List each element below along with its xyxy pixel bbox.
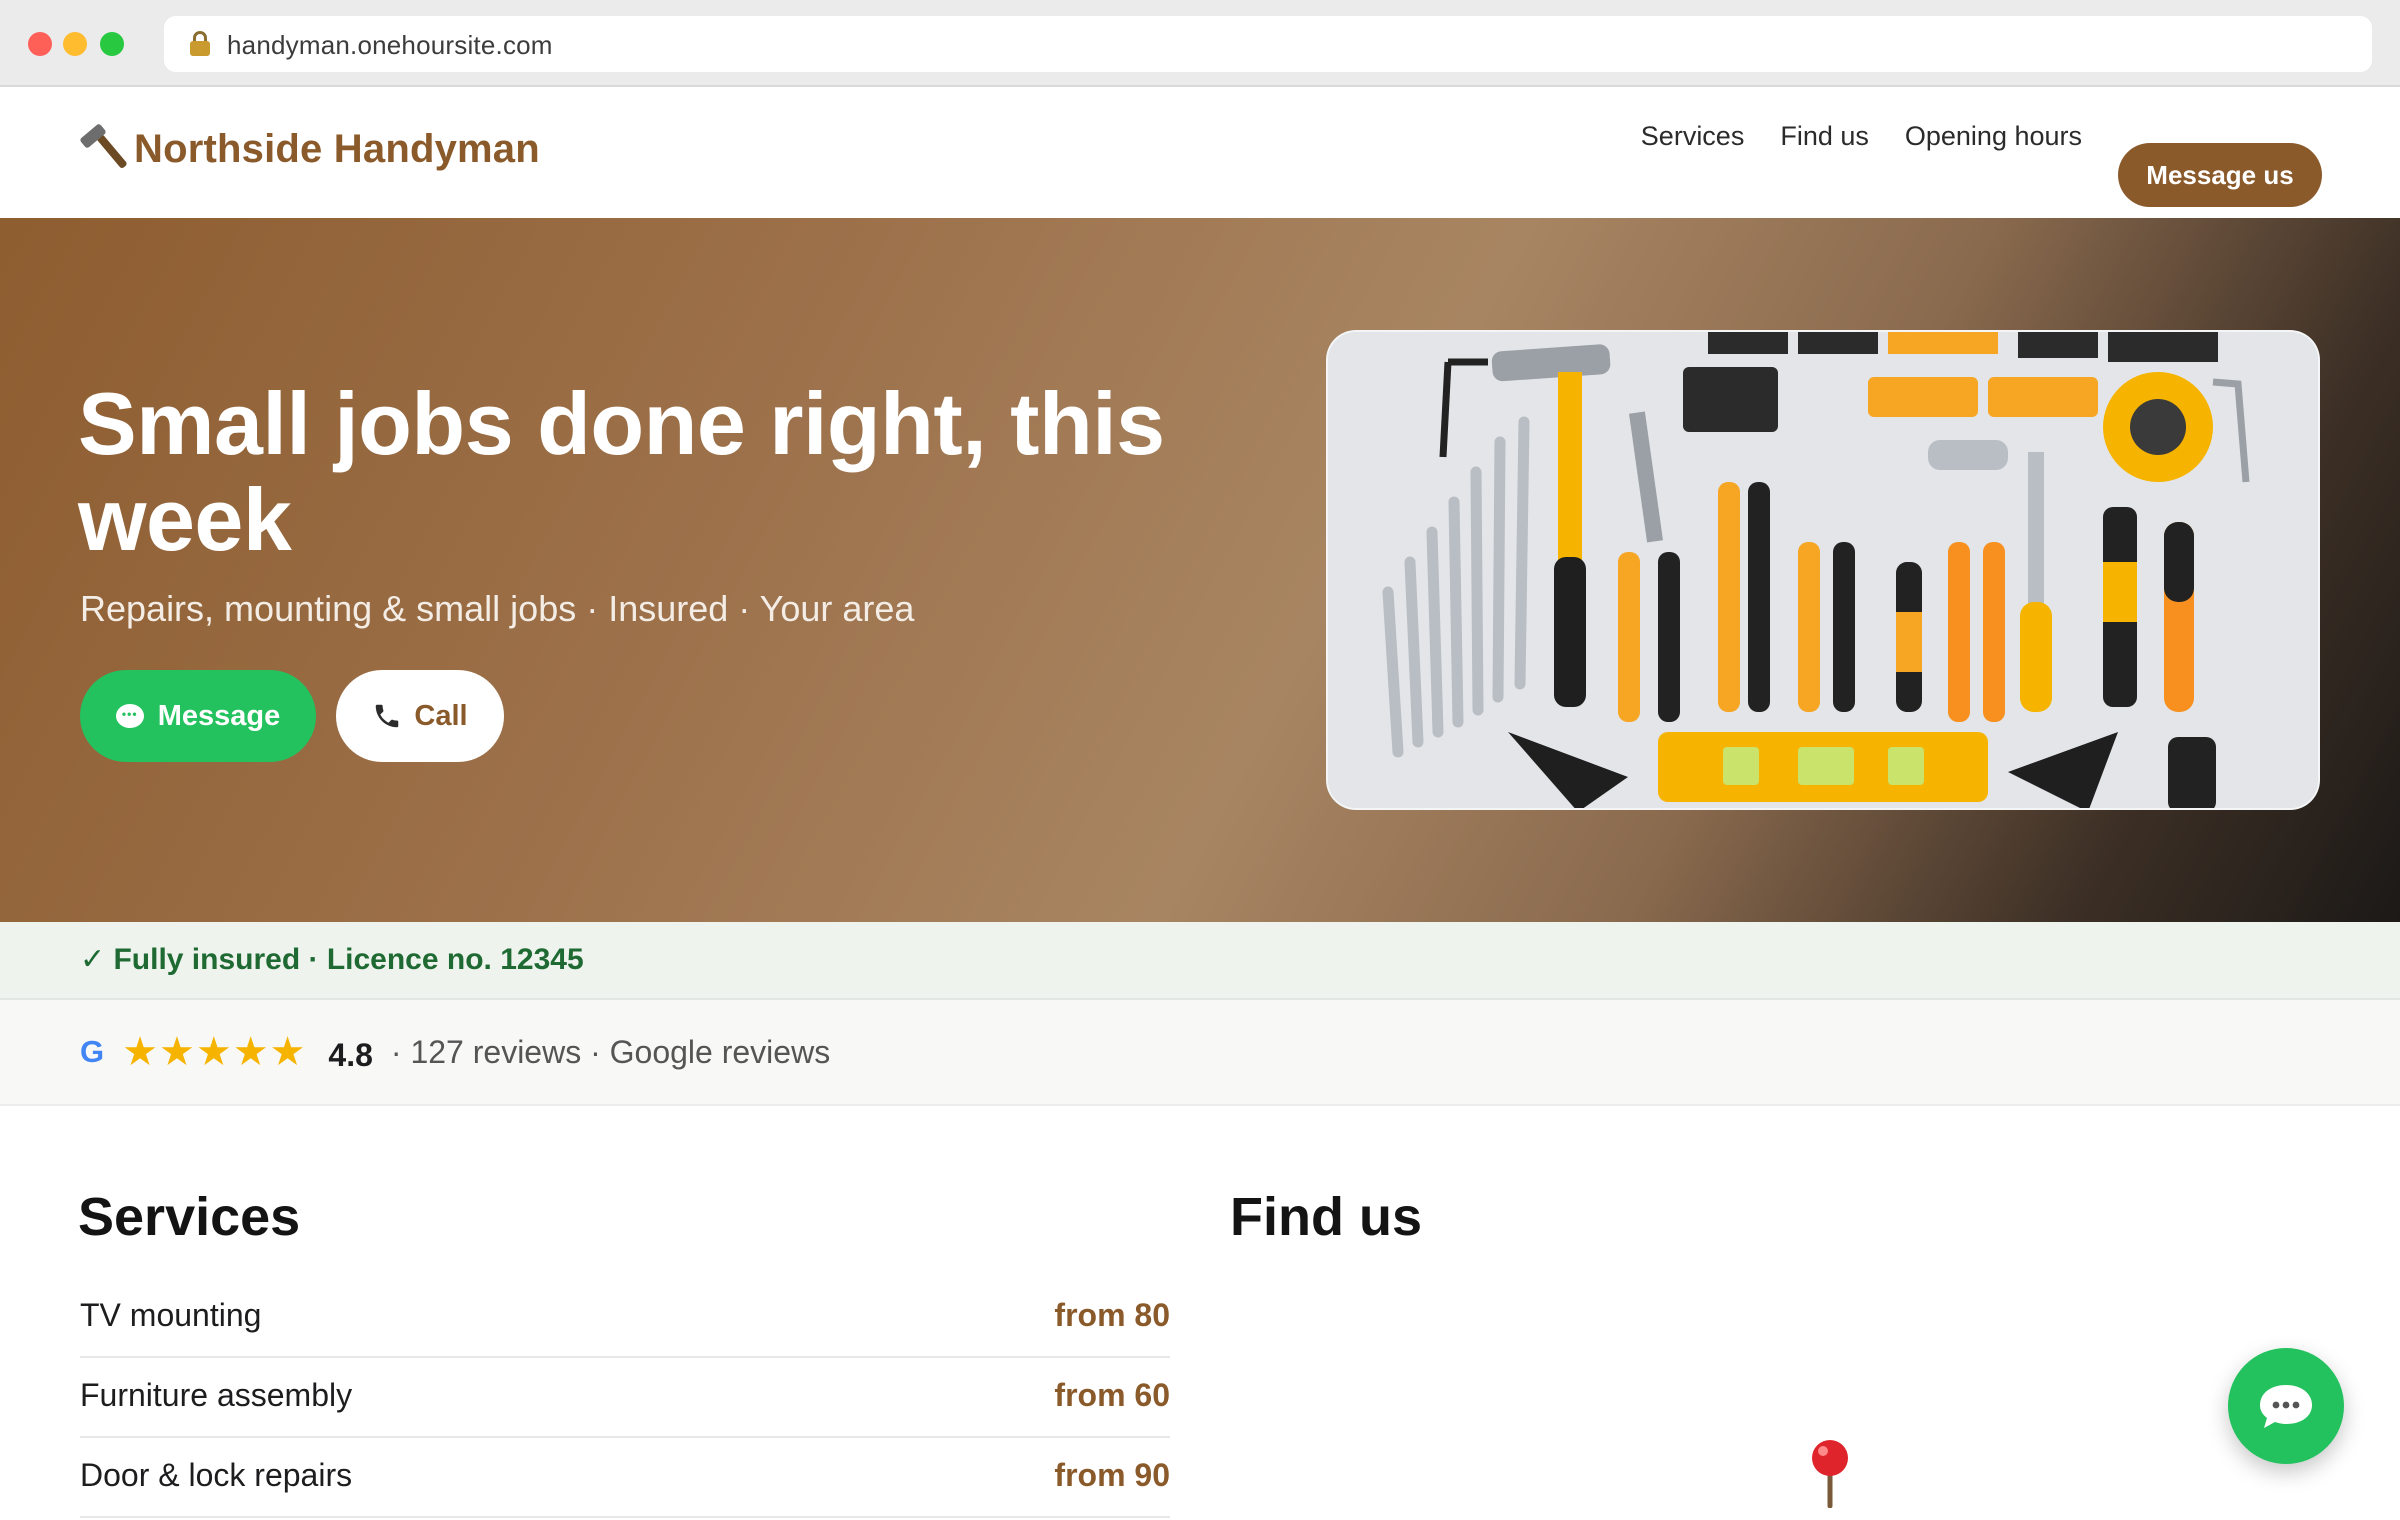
service-price: from 90: [1054, 1456, 1170, 1493]
insured-banner: ✓ Fully insured · Licence no. 12345: [0, 922, 2400, 1000]
hero-headline: Small jobs done right, this week: [78, 374, 1165, 569]
services-heading: Services: [78, 1187, 301, 1247]
hero-call-button[interactable]: Call: [336, 670, 504, 762]
chat-bubble-icon: [2260, 1385, 2312, 1428]
lock-icon: [190, 31, 210, 57]
service-name: Door & lock repairs: [80, 1456, 353, 1493]
service-price: from 60: [1054, 1376, 1170, 1413]
review-count: · 127 reviews · Google reviews: [390, 1033, 831, 1070]
hammer-icon: [78, 122, 128, 172]
phone-icon: [376, 704, 399, 728]
nav-link-services[interactable]: Services: [1641, 119, 1745, 153]
hero-message-button[interactable]: ••• Message: [80, 670, 316, 762]
close-window-button[interactable]: [28, 32, 52, 56]
reviews-bar[interactable]: G ★★★★★ 4.8 · 127 reviews · Google revie…: [0, 1000, 2400, 1106]
insured-text: ✓ Fully insured · Licence no. 12345: [80, 943, 584, 976]
find-us-heading: Find us: [1230, 1187, 1422, 1247]
minimize-window-button[interactable]: [63, 32, 87, 56]
service-name: Furniture assembly: [80, 1376, 353, 1413]
chat-bubble-icon: •••: [115, 704, 144, 728]
brand-name: Northside Handyman: [134, 127, 540, 171]
rating-value: 4.8: [328, 1036, 373, 1073]
nav-links: Services Find us Opening hours Message u…: [1641, 119, 2400, 207]
url-text: handyman.onehoursite.com: [227, 30, 553, 60]
services-list: TV mounting from 80 Furniture assembly f…: [80, 1278, 1170, 1518]
map-pin-icon: [1812, 1440, 1848, 1508]
service-row: TV mounting from 80: [80, 1278, 1170, 1358]
hero-call-label: Call: [414, 699, 468, 732]
hero-section: Small jobs done right, this week Repairs…: [0, 218, 2400, 922]
message-us-button[interactable]: Message us: [2118, 143, 2322, 207]
nav-link-find-us[interactable]: Find us: [1780, 119, 1869, 153]
hero-message-label: Message: [157, 699, 281, 732]
hero-tools-photo: [1326, 330, 2320, 810]
service-name: TV mounting: [80, 1296, 262, 1333]
maximize-window-button[interactable]: [100, 32, 124, 56]
google-icon: G: [80, 1034, 105, 1069]
star-rating-icons: ★★★★★: [122, 1030, 307, 1074]
service-price: from 80: [1054, 1296, 1170, 1333]
browser-chrome: handyman.onehoursite.com: [0, 0, 2400, 87]
site-header: Northside Handyman Services Find us Open…: [0, 89, 2400, 218]
hero-subhead: Repairs, mounting & small jobs · Insured…: [80, 588, 915, 629]
chat-fab-button[interactable]: [2228, 1348, 2344, 1464]
brand-logo[interactable]: Northside Handyman: [78, 122, 540, 172]
service-row: Door & lock repairs from 90: [80, 1438, 1170, 1518]
nav-link-opening-hours[interactable]: Opening hours: [1905, 119, 2082, 153]
address-bar[interactable]: handyman.onehoursite.com: [164, 16, 2372, 72]
service-row: Furniture assembly from 60: [80, 1358, 1170, 1438]
